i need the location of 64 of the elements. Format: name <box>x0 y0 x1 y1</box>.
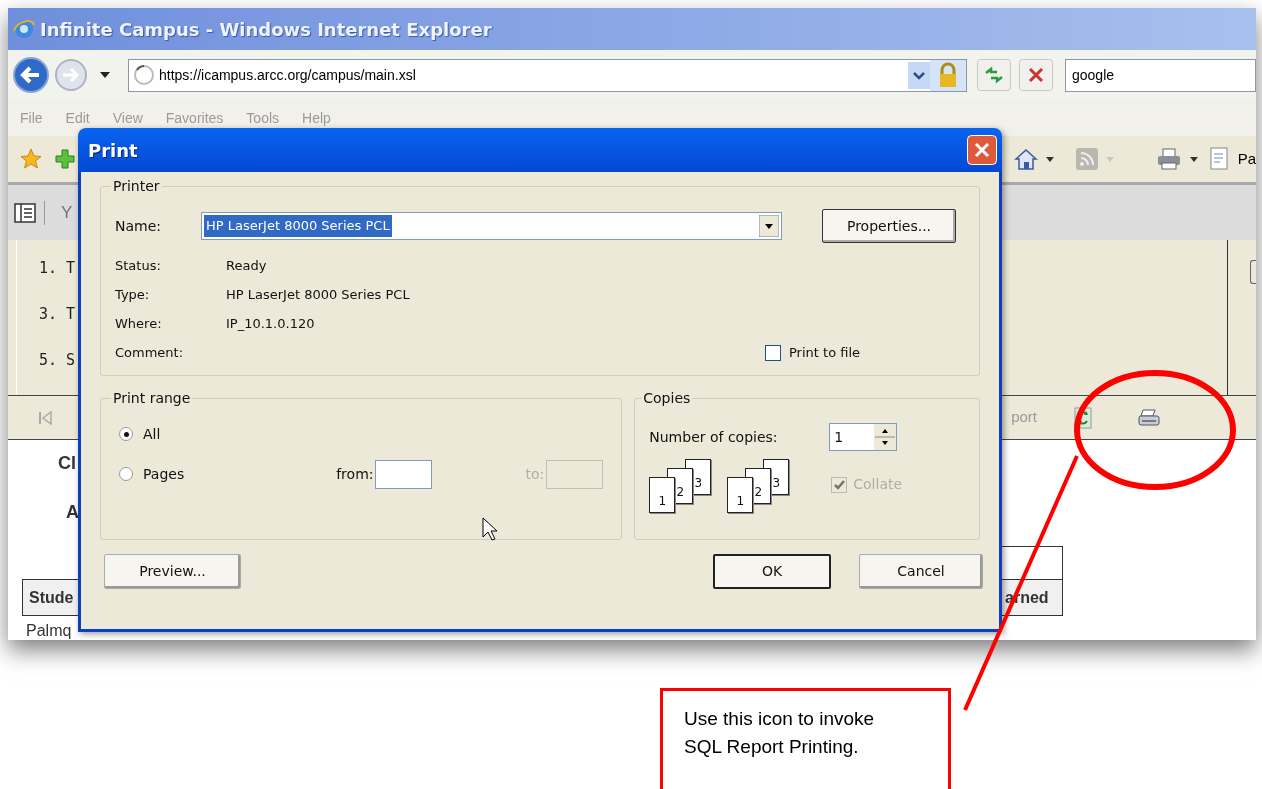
page-icon[interactable] <box>1209 147 1230 171</box>
list-item[interactable]: 5. S <box>39 350 76 370</box>
printer-icon[interactable] <box>1137 407 1161 428</box>
field-label: Type: <box>115 286 150 302</box>
page-sheet: 1 <box>649 477 676 513</box>
page-menu-label[interactable]: Pa <box>1237 147 1256 171</box>
radio-button[interactable] <box>119 427 133 441</box>
to-field[interactable] <box>546 459 604 489</box>
loading-icon <box>133 64 155 86</box>
mouse-pointer-icon <box>482 517 498 541</box>
copies-spinner[interactable]: 1 <box>829 423 898 451</box>
checkbox-label[interactable]: Print to file <box>789 342 861 363</box>
ok-button[interactable]: OK <box>713 554 831 589</box>
browser-logo-icon <box>12 17 36 41</box>
group-label: Copies <box>642 389 692 408</box>
dialog-title: Print <box>88 138 138 163</box>
dropdown-caret-icon[interactable] <box>100 72 110 78</box>
group-label: Print range <box>112 389 192 408</box>
close-button[interactable] <box>967 135 997 165</box>
refresh-button[interactable] <box>977 59 1011 91</box>
dropdown-caret-icon[interactable] <box>1045 156 1054 162</box>
cancel-button[interactable]: Cancel <box>859 554 983 589</box>
search-field[interactable]: google <box>1065 58 1256 92</box>
callout-text: Use this icon to invoke SQL Report Printing. <box>684 707 876 759</box>
print-icon[interactable] <box>1155 147 1182 171</box>
field-label: Comment: <box>115 344 184 360</box>
address-field[interactable]: https://icampus.arcc.org/campus/main.xsl <box>128 58 967 92</box>
add-favorite-icon[interactable] <box>54 148 76 170</box>
field-label: from: <box>336 464 374 484</box>
field-value: IP_10.1.0.120 <box>226 314 315 333</box>
report-subheading: A <box>66 502 79 522</box>
window-title: Infinite Campus - Windows Internet Explorer <box>40 17 492 42</box>
dropdown-button[interactable] <box>908 61 930 89</box>
from-field[interactable] <box>375 459 433 489</box>
list-item[interactable]: 1. T <box>39 258 76 278</box>
stop-button[interactable] <box>1019 59 1053 91</box>
star-icon[interactable] <box>20 148 42 170</box>
preview-button[interactable]: Preview... <box>104 554 241 589</box>
list-item[interactable]: 3. T <box>39 304 76 324</box>
table-cell-text: Palmq <box>26 622 72 639</box>
radio-label[interactable]: Pages <box>143 463 185 485</box>
page-sheet: 1 <box>727 477 754 513</box>
dropdown-arrow-icon[interactable] <box>759 215 779 237</box>
field-label: Number of copies: <box>649 428 778 445</box>
field-value: HP LaserJet 8000 Series PCL <box>226 285 410 304</box>
group-label: Printer <box>112 177 161 196</box>
home-icon[interactable] <box>1013 147 1038 171</box>
radio-button[interactable] <box>119 467 133 481</box>
spin-arrows-icon[interactable] <box>874 424 897 450</box>
field-label: to: <box>525 464 545 484</box>
printer-select[interactable]: HP LaserJet 8000 Series PCL <box>201 212 782 240</box>
field-label: Where: <box>115 315 162 331</box>
back-button[interactable] <box>12 56 50 94</box>
small-box <box>1250 260 1256 284</box>
field-label: Status: <box>115 257 161 273</box>
report-heading: Cl <box>58 453 76 473</box>
url-text: https://icampus.arcc.org/campus/main.xsl <box>159 65 416 85</box>
properties-button[interactable]: Properties... <box>822 209 956 243</box>
checkbox[interactable] <box>765 344 781 361</box>
field-value: Ready <box>226 256 267 275</box>
field-label: Name: <box>115 217 162 234</box>
layout-icon[interactable] <box>14 202 36 223</box>
dropdown-caret-icon[interactable] <box>1189 156 1198 162</box>
radio-label[interactable]: All <box>143 423 161 445</box>
